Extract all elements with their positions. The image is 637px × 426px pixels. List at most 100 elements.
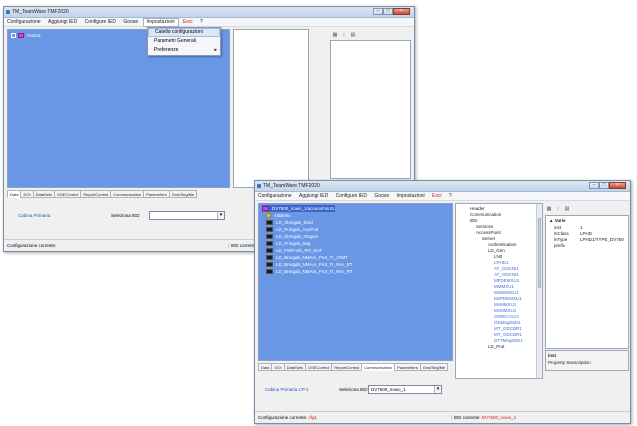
node-ld[interactable]: LD_Sbmgab_Ongani	[266, 233, 318, 240]
tree-root-label: Nodo3	[27, 33, 41, 38]
minimize-icon[interactable]: –	[589, 182, 599, 189]
node-ld[interactable]: LD_FWProth_PO_RAT	[266, 247, 322, 254]
tab-gsecontrol[interactable]: GSEControl	[54, 190, 82, 198]
tab-data[interactable]: Data	[258, 363, 273, 371]
maximize-icon[interactable]: □	[383, 8, 393, 15]
tab-gnd[interactable]: Gnd/Seg/Me	[168, 190, 198, 198]
menu-help[interactable]: ?	[446, 192, 455, 201]
menu-configurazione[interactable]: Configurazione	[4, 18, 44, 27]
menu-configurazione[interactable]: Configurazione	[255, 192, 295, 201]
app-icon	[6, 10, 10, 14]
prop-key: inst	[554, 225, 562, 230]
scroll-thumb[interactable]	[538, 218, 541, 288]
front-ied-select[interactable]: DV7500_nowo_1 ▾	[368, 385, 442, 394]
front-tabs: Data DOI DataSets GSEControl ReportControl Co…	[258, 363, 449, 372]
tab-parameters[interactable]: Parameters	[394, 363, 421, 371]
node-ld[interactable]: LD_Protgub_AovPod	[266, 226, 318, 233]
dropdown-item-preferenze[interactable]: Preferenze ▸	[148, 46, 220, 55]
tab-reportcontrol[interactable]: ReportControl	[80, 190, 112, 198]
node-access-point[interactable]: DV7500_nowo_1/accessPoint1	[262, 205, 335, 212]
property-pages-icon[interactable]: ▤	[563, 205, 571, 213]
ld-icon	[266, 227, 273, 233]
menu-configure-ied[interactable]: Configure IED	[333, 192, 370, 201]
node-ld[interactable]: LD_Bmrgab_NMAm_Prot_Tr_Rec_RT	[266, 261, 353, 268]
sort-az-icon[interactable]: ↕	[340, 31, 348, 39]
close-icon[interactable]: ×	[393, 8, 410, 15]
back-cabina-label: Cabina Primaria	[18, 213, 51, 218]
expand-icon[interactable]: -	[11, 33, 16, 39]
categorized-icon[interactable]: ▦	[545, 205, 553, 213]
ld-icon	[266, 248, 273, 254]
ied-icon	[262, 206, 269, 212]
prop-value[interactable]: LPHD1/TYPE_DV750	[580, 237, 624, 242]
node-ld[interactable]: LD_Bmrgab_NMAm_Prot_Tr_ATMT	[266, 254, 348, 261]
front-window: TM_TeamWare TMF2020 – □ × Configurazione…	[254, 180, 631, 424]
prop-key: lnType	[554, 237, 568, 242]
tab-parameters[interactable]: Parameters	[143, 190, 170, 198]
front-seleziona-label: Seleziona IED	[339, 387, 368, 392]
back-ied-select[interactable]: ▾	[149, 211, 225, 220]
front-status-ied: IED corrente: DV7500_nowo_1	[451, 415, 516, 420]
tab-gnd[interactable]: Gnd/Seg/Me	[419, 363, 449, 371]
menu-esci[interactable]: Esci	[180, 18, 195, 27]
props-category: ▲ Varie	[549, 218, 566, 223]
property-grid[interactable]: ▲ Varie inst 1 lnClass LPHD lnType LPHD1…	[545, 215, 629, 349]
front-status-bar: Configurazione corrente: cfg1 IED corren…	[255, 411, 630, 423]
menu-help[interactable]: ?	[197, 18, 206, 27]
front-props-toolbar: ▦ ↕ ▤	[545, 205, 572, 213]
chevron-down-icon[interactable]: ▾	[434, 386, 441, 393]
front-tree-panel[interactable]: DV7500_nowo_1/accessPoint1 Address LD_Sb…	[258, 203, 453, 361]
prop-value[interactable]: LPHD	[580, 231, 592, 236]
tab-communication[interactable]: Communication	[361, 363, 396, 371]
menu-impostazioni[interactable]: Impostazioni	[394, 192, 428, 201]
categorized-icon[interactable]: ▦	[331, 31, 339, 39]
front-status-config: Configurazione corrente: cfg1	[258, 415, 318, 420]
ld-icon	[266, 241, 273, 247]
property-pages-icon[interactable]: ▤	[349, 31, 357, 39]
scl-tree-panel[interactable]: Header Communication IED Services Access…	[455, 203, 543, 379]
tab-datasets[interactable]: DataSets	[283, 363, 307, 371]
back-status-config: Configurazione corrente:	[7, 243, 57, 248]
back-seleziona-label: Seleziona IED	[111, 213, 140, 218]
sort-az-icon[interactable]: ↕	[554, 205, 562, 213]
menu-impostazioni[interactable]: Impostazioni	[142, 18, 179, 27]
prop-key: prefix	[554, 243, 566, 248]
prop-value[interactable]: 1	[580, 225, 583, 230]
node-ld[interactable]: LD_Protgub_Seg	[266, 240, 311, 247]
front-title-bar: TM_TeamWare TMF2020 – □ ×	[255, 181, 630, 192]
address-icon	[266, 213, 271, 219]
node-ld[interactable]: LD_Sbmgab_Emd	[266, 219, 313, 226]
menu-goose[interactable]: Goose	[120, 18, 141, 27]
back-menu-bar: Configurazione Aggiungi IED Configure IE…	[4, 18, 414, 27]
tab-data[interactable]: Data	[7, 190, 22, 198]
tree-root[interactable]: - Nodo3	[11, 32, 41, 39]
front-menu-bar: Configurazione Aggiungi IED Configure IE…	[255, 192, 630, 201]
ld-icon	[266, 262, 273, 268]
tab-communication[interactable]: Communication	[110, 190, 145, 198]
menu-aggiungi-ied[interactable]: Aggiungi IED	[296, 192, 331, 201]
app-icon	[257, 184, 261, 188]
back-window-controls: – □ ×	[373, 8, 410, 16]
front-window-controls: – □ ×	[589, 182, 626, 190]
tab-datasets[interactable]: DataSets	[32, 190, 56, 198]
ld-icon	[266, 269, 273, 275]
chevron-down-icon[interactable]: ▾	[217, 212, 224, 219]
menu-goose[interactable]: Goose	[371, 192, 392, 201]
tab-reportcontrol[interactable]: ReportControl	[331, 363, 363, 371]
menu-aggiungi-ied[interactable]: Aggiungi IED	[45, 18, 80, 27]
desc-title: inst	[548, 353, 557, 358]
ld-icon	[266, 234, 273, 240]
maximize-icon[interactable]: □	[599, 182, 609, 189]
dropdown-item-catalogo[interactable]: Catello configurazioni	[148, 28, 220, 37]
minimize-icon[interactable]: –	[373, 8, 383, 15]
back-title-bar: TM_TeamWare TMF2020 – □ ×	[4, 7, 414, 18]
node-address[interactable]: Address	[266, 212, 291, 219]
tree-item[interactable]: LD_Prot	[488, 344, 505, 350]
menu-esci[interactable]: Esci	[429, 192, 444, 201]
node-ld[interactable]: LD_Bmrgab_NMAm_Prot_Tr_Rec_RT	[266, 268, 353, 275]
menu-configure-ied[interactable]: Configure IED	[82, 18, 119, 27]
tab-gsecontrol[interactable]: GSEControl	[305, 363, 333, 371]
dropdown-item-parametri[interactable]: Parametri Generali	[148, 37, 220, 46]
close-icon[interactable]: ×	[609, 182, 626, 189]
tree-scrollbar[interactable]	[536, 204, 542, 378]
